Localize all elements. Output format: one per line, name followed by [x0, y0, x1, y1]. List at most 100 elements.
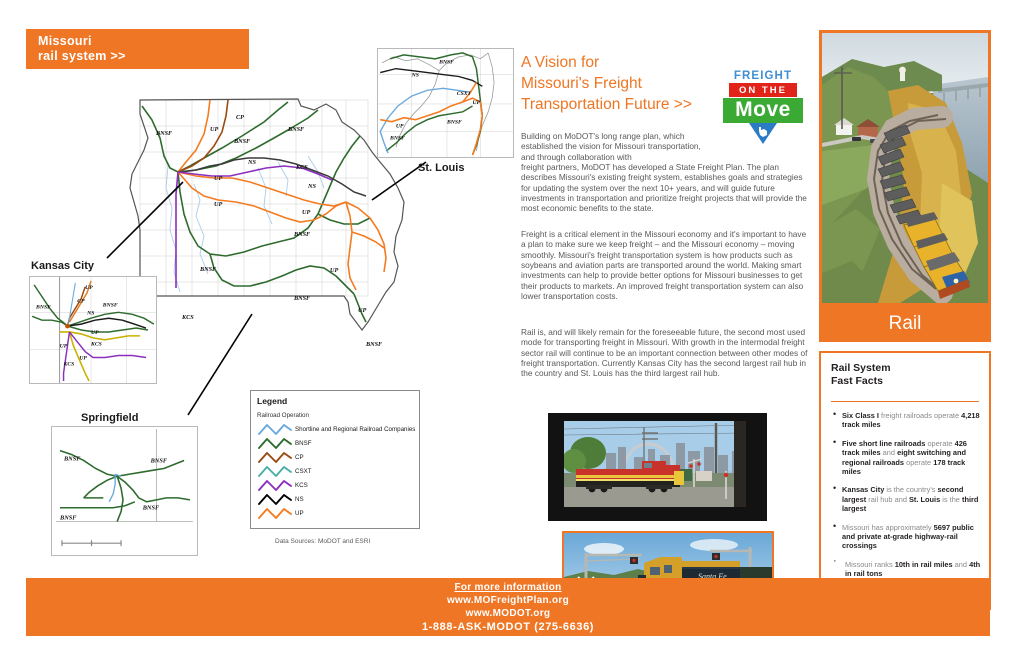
fast-fact-text-run: Missouri ranks: [845, 559, 895, 569]
fast-fact-text-run: 10th in rail miles: [894, 559, 953, 569]
page-title-line2: Missouri's Freight: [521, 75, 642, 92]
svg-text:CP: CP: [77, 299, 85, 305]
page-title-line3: Transportation Future >>: [521, 96, 692, 113]
svg-text:NS: NS: [86, 310, 94, 316]
fast-fact-text-run: Five short line railroads: [842, 438, 926, 448]
rail-mode-paragraph: Rail is, and will likely remain for the …: [521, 327, 808, 379]
logo-on-the-text: ON THE: [729, 83, 797, 97]
fast-facts-divider: [831, 401, 979, 402]
fast-fact-text-run: and: [880, 448, 898, 458]
legend-line-swatch-icon: [257, 493, 293, 506]
svg-text:BNSF: BNSF: [446, 120, 462, 126]
svg-text:BNSF: BNSF: [365, 341, 383, 348]
fast-fact-text-run: rail hub and: [866, 494, 909, 504]
svg-text:BNSF: BNSF: [287, 126, 305, 133]
fast-fact-text-run: St. Louis: [908, 494, 941, 504]
svg-text:UP: UP: [91, 330, 99, 336]
svg-text:BNSF: BNSF: [389, 135, 405, 141]
footer-url-modot[interactable]: www.MODOT.org: [26, 607, 990, 620]
rail-fast-facts-box: Rail System Fast Facts Six Class I freig…: [819, 351, 991, 610]
fast-fact-text-run: is the: [940, 494, 962, 504]
inset-label-st-louis: St. Louis: [418, 162, 465, 174]
legend-line-swatch-icon: [257, 507, 293, 520]
rail-section-banner: Rail: [819, 306, 991, 342]
fast-fact-text-run: Kansas City: [842, 485, 885, 495]
svg-text:UP: UP: [214, 175, 222, 182]
header-tab-line2: rail system >>: [38, 48, 126, 63]
legend-label: KCS: [295, 481, 308, 489]
fast-fact-item: Six Class I freight railroads operate 4,…: [831, 410, 981, 430]
svg-text:NS: NS: [247, 159, 256, 166]
fast-fact-text-run: Six Class I: [842, 411, 879, 420]
fast-fact-text-run: freight railroads operate: [878, 411, 962, 420]
svg-text:UP: UP: [358, 307, 366, 314]
legend-label: UP: [295, 509, 304, 517]
svg-text:CSXT: CSXT: [457, 91, 472, 97]
legend-label: CSXT: [295, 467, 312, 475]
footer-heading: For more information: [454, 582, 562, 593]
freight-economy-paragraph: Freight is a critical element in the Mis…: [521, 229, 807, 302]
inset-map-st-louis: BNSF NS CSXT UP BNSF UP BNSF: [377, 48, 514, 158]
inset-label-springfield: Springfield: [81, 412, 139, 424]
legend-row: NS: [257, 492, 419, 506]
svg-text:BNSF: BNSF: [155, 130, 173, 137]
intro-paragraph: Building on MoDOT's long range plan, whi…: [521, 131, 813, 214]
legend-line-swatch-icon: [257, 451, 293, 464]
legend-row: Shortline and Regional Railroad Companie…: [257, 422, 419, 436]
header-tab: Missouri rail system >>: [26, 29, 249, 69]
svg-text:BNSF: BNSF: [63, 455, 81, 462]
page-title-line1: A Vision for: [521, 54, 600, 71]
header-tab-line1: Missouri: [38, 34, 92, 48]
svg-text:UP: UP: [396, 124, 404, 130]
legend-subtitle: Railroad Operation: [257, 412, 309, 419]
inset-map-springfield: BNSF BNSF BNSF BNSF: [51, 426, 198, 556]
svg-text:KCS: KCS: [63, 361, 75, 367]
fast-fact-item: Five short line railroads operate 426 tr…: [831, 438, 981, 477]
svg-text:BNSF: BNSF: [35, 304, 51, 310]
fast-fact-text-run: and: [952, 559, 970, 569]
fast-facts-list: Six Class I freight railroads operate 4,…: [831, 410, 981, 579]
footer-phone[interactable]: 1-888-ASK-MODOT (275-6636): [26, 620, 990, 635]
photo-kcs-locomotive-st-louis-arch: [548, 413, 767, 521]
fast-fact-text-run: operate: [904, 457, 934, 467]
page-title: A Vision for Missouri's Freight Transpor…: [521, 52, 726, 115]
inset-map-kansas-city: UP CP BNSF BNSF NS UP KCS UP UP KCS: [29, 276, 157, 384]
svg-text:BNSF: BNSF: [233, 138, 251, 145]
fast-fact-text-run: operate: [925, 438, 955, 448]
fact-sheet-page: Missouri rail system >> CP UP BNSF BNSF …: [0, 0, 1020, 660]
legend-label: NS: [295, 495, 304, 503]
legend-line-swatch-icon: [257, 437, 293, 450]
intro-paragraph-lead: Building on MoDOT's long range plan, whi…: [521, 131, 701, 162]
svg-text:UP: UP: [85, 285, 93, 291]
fast-fact-text-run: is the country's: [884, 485, 938, 495]
legend-title: Legend: [257, 396, 288, 406]
svg-text:NS: NS: [307, 183, 316, 190]
svg-text:UP: UP: [79, 355, 87, 361]
svg-text:UP: UP: [330, 267, 338, 274]
legend-line-swatch-icon: [257, 465, 293, 478]
logo-freight-text: FREIGHT: [733, 70, 793, 82]
fast-fact-text-run: Missouri has approximately: [842, 522, 934, 532]
legend-row: BNSF: [257, 436, 419, 450]
photo-union-pacific-train: [819, 30, 991, 306]
data-sources-caption: Data Sources: MoDOT and ESRI: [275, 538, 371, 545]
legend-label: BNSF: [295, 439, 312, 447]
fast-fact-item: Missouri has approximately 5697 public a…: [831, 522, 981, 551]
fast-facts-title-line2: Fast Facts: [831, 375, 883, 387]
contact-footer: For more information www.MOFreightPlan.o…: [26, 578, 990, 636]
legend-line-swatch-icon: [257, 479, 293, 492]
legend-label: CP: [295, 453, 304, 461]
intro-paragraph-rest: freight partners, MoDOT has developed a …: [521, 162, 807, 214]
svg-text:UP: UP: [60, 344, 68, 350]
inset-label-kansas-city: Kansas City: [31, 260, 94, 272]
footer-url-freightplan[interactable]: www.MOFreightPlan.org: [26, 594, 990, 607]
legend-label: Shortline and Regional Railroad Companie…: [295, 425, 416, 433]
fast-fact-item: Kansas City is the country's second larg…: [831, 484, 981, 513]
svg-text:BNSF: BNSF: [293, 295, 311, 302]
legend-row: KCS: [257, 478, 419, 492]
svg-text:CP: CP: [236, 114, 244, 121]
svg-text:UP: UP: [210, 126, 218, 133]
fast-facts-title: Rail System Fast Facts: [831, 362, 981, 388]
svg-text:KCS: KCS: [295, 164, 308, 171]
svg-text:UP: UP: [302, 209, 310, 216]
